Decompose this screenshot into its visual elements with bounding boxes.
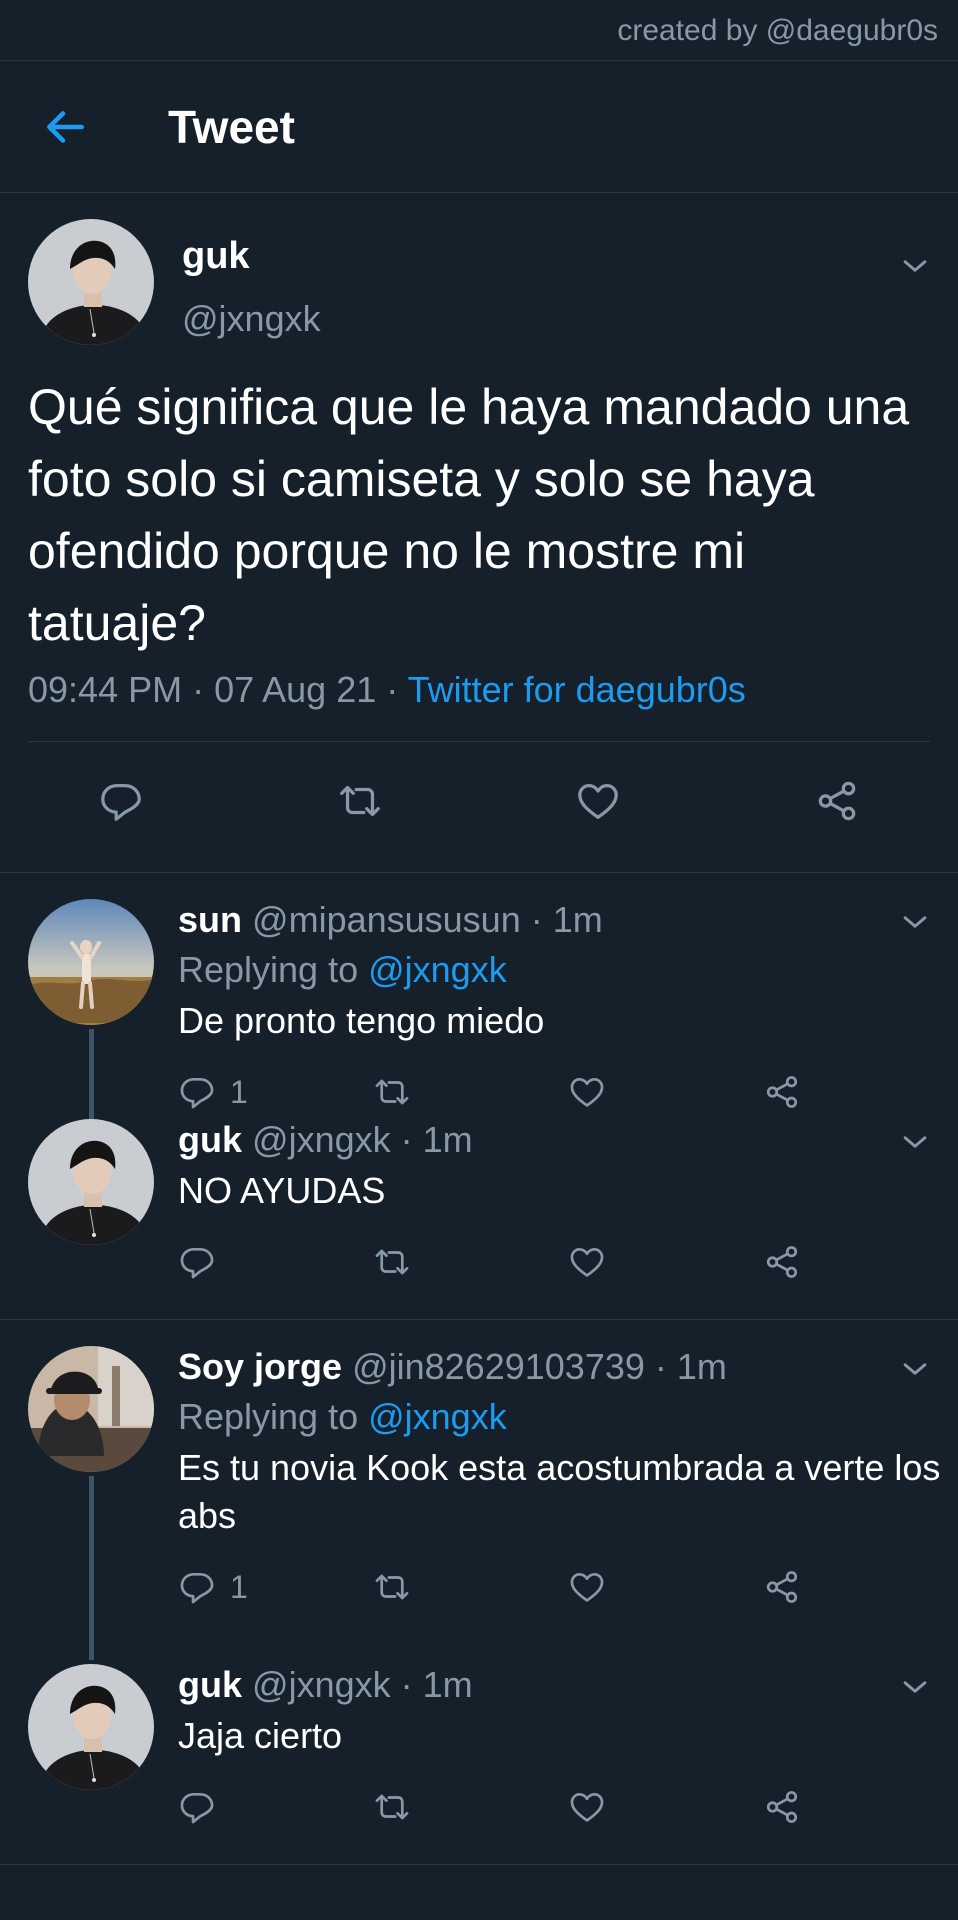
avatar[interactable] [28, 1346, 154, 1472]
reply-author-name[interactable]: sun [178, 899, 242, 940]
top-bar: Tweet [0, 61, 958, 193]
comment-icon[interactable] [178, 1073, 216, 1111]
thread-divider [0, 1864, 958, 1865]
share-icon[interactable] [763, 1073, 801, 1111]
tweet-meta: 09:44 PM · 07 Aug 21 · Twitter for daegu… [28, 669, 930, 742]
chevron-down-icon[interactable] [898, 1125, 932, 1159]
heart-icon[interactable] [575, 778, 621, 824]
avatar[interactable] [28, 1664, 154, 1790]
chevron-down-icon[interactable] [898, 1670, 932, 1704]
reply-tweet: guk @jxngxk · 1m NO AYUDAS [0, 1119, 958, 1319]
tweet-date: 07 Aug 21 [214, 669, 377, 710]
reply-actions: 1 [178, 1568, 958, 1606]
replying-prefix: Replying to [178, 1396, 369, 1437]
chevron-down-icon[interactable] [898, 905, 932, 939]
credit-watermark: created by @daegubr0s [0, 0, 958, 61]
share-icon[interactable] [763, 1788, 801, 1826]
reply-author-name[interactable]: guk [178, 1664, 242, 1705]
heart-icon[interactable] [568, 1073, 606, 1111]
reply-thread: Soy jorge @jin82629103739 · 1m Replying … [0, 1320, 958, 1864]
replying-to: Replying to @jxngxk [178, 949, 958, 991]
page-title: Tweet [168, 100, 295, 153]
reply-author-handle[interactable]: @jin82629103739 [352, 1346, 645, 1387]
reply-actions: 1 [178, 1073, 958, 1111]
reply-tweet: sun @mipansususun · 1m Replying to @jxng… [0, 899, 958, 1119]
share-icon[interactable] [763, 1243, 801, 1281]
comment-icon[interactable] [178, 1788, 216, 1826]
reply-text: Jaja cierto [178, 1715, 343, 1756]
meta-separator: · [182, 669, 215, 710]
reply-author-handle[interactable]: @jxngxk [252, 1664, 391, 1705]
heart-icon[interactable] [568, 1568, 606, 1606]
reply-count: 1 [230, 1568, 248, 1605]
avatar[interactable] [28, 899, 154, 1025]
comment-icon[interactable] [178, 1568, 216, 1606]
reply-text: NO AYUDAS [178, 1170, 386, 1211]
replying-prefix: Replying to [178, 949, 369, 990]
avatar[interactable] [28, 1119, 154, 1245]
heart-icon[interactable] [568, 1243, 606, 1281]
tweet-time: 09:44 PM [28, 669, 183, 710]
heart-icon[interactable] [568, 1788, 606, 1826]
reply-tweet: guk @jxngxk · 1m Jaja cierto [0, 1664, 958, 1864]
comment-icon[interactable] [98, 778, 144, 824]
main-tweet-actions [28, 742, 930, 824]
main-tweet-author: guk @jxngxk [28, 219, 930, 345]
reply-time: 1m [422, 1119, 473, 1160]
reply-actions [178, 1243, 958, 1281]
reply-time: 1m [422, 1664, 473, 1705]
chevron-down-icon[interactable] [898, 1352, 932, 1386]
retweet-icon[interactable] [373, 1788, 411, 1826]
author-name[interactable]: guk [182, 235, 321, 278]
retweet-icon[interactable] [337, 778, 383, 824]
reply-actions [178, 1788, 958, 1826]
reply-tweet: Soy jorge @jin82629103739 · 1m Replying … [0, 1346, 958, 1664]
mention-link[interactable]: @jxngxk [368, 1396, 507, 1437]
retweet-icon[interactable] [373, 1243, 411, 1281]
retweet-icon[interactable] [373, 1568, 411, 1606]
share-icon[interactable] [763, 1568, 801, 1606]
main-tweet: guk @jxngxk Qué significa que le haya ma… [0, 193, 958, 873]
reply-time: 1m [552, 899, 603, 940]
reply-count: 1 [230, 1073, 248, 1110]
mention-link[interactable]: @jxngxk [368, 949, 507, 990]
avatar[interactable] [28, 219, 154, 345]
reply-author-handle[interactable]: @jxngxk [252, 1119, 391, 1160]
share-icon[interactable] [814, 778, 860, 824]
meta-separator: · [376, 669, 408, 710]
tweet-source-link[interactable]: Twitter for daegubr0s [408, 669, 746, 710]
author-handle[interactable]: @jxngxk [182, 298, 321, 340]
replying-to: Replying to @jxngxk [178, 1396, 958, 1438]
arrow-left-icon[interactable] [40, 102, 90, 152]
reply-author-name[interactable]: Soy jorge [178, 1346, 342, 1387]
chevron-down-icon[interactable] [898, 249, 932, 283]
reply-author-name[interactable]: guk [178, 1119, 242, 1160]
reply-thread: sun @mipansususun · 1m Replying to @jxng… [0, 873, 958, 1319]
reply-time: 1m [676, 1346, 727, 1387]
reply-text: Es tu novia Kook esta acostumbrada a ver… [178, 1447, 941, 1536]
tweet-text: Qué significa que le haya mandado una fo… [28, 379, 910, 651]
retweet-icon[interactable] [373, 1073, 411, 1111]
comment-icon[interactable] [178, 1243, 216, 1281]
reply-text: De pronto tengo miedo [178, 1000, 545, 1041]
reply-author-handle[interactable]: @mipansususun [252, 899, 521, 940]
